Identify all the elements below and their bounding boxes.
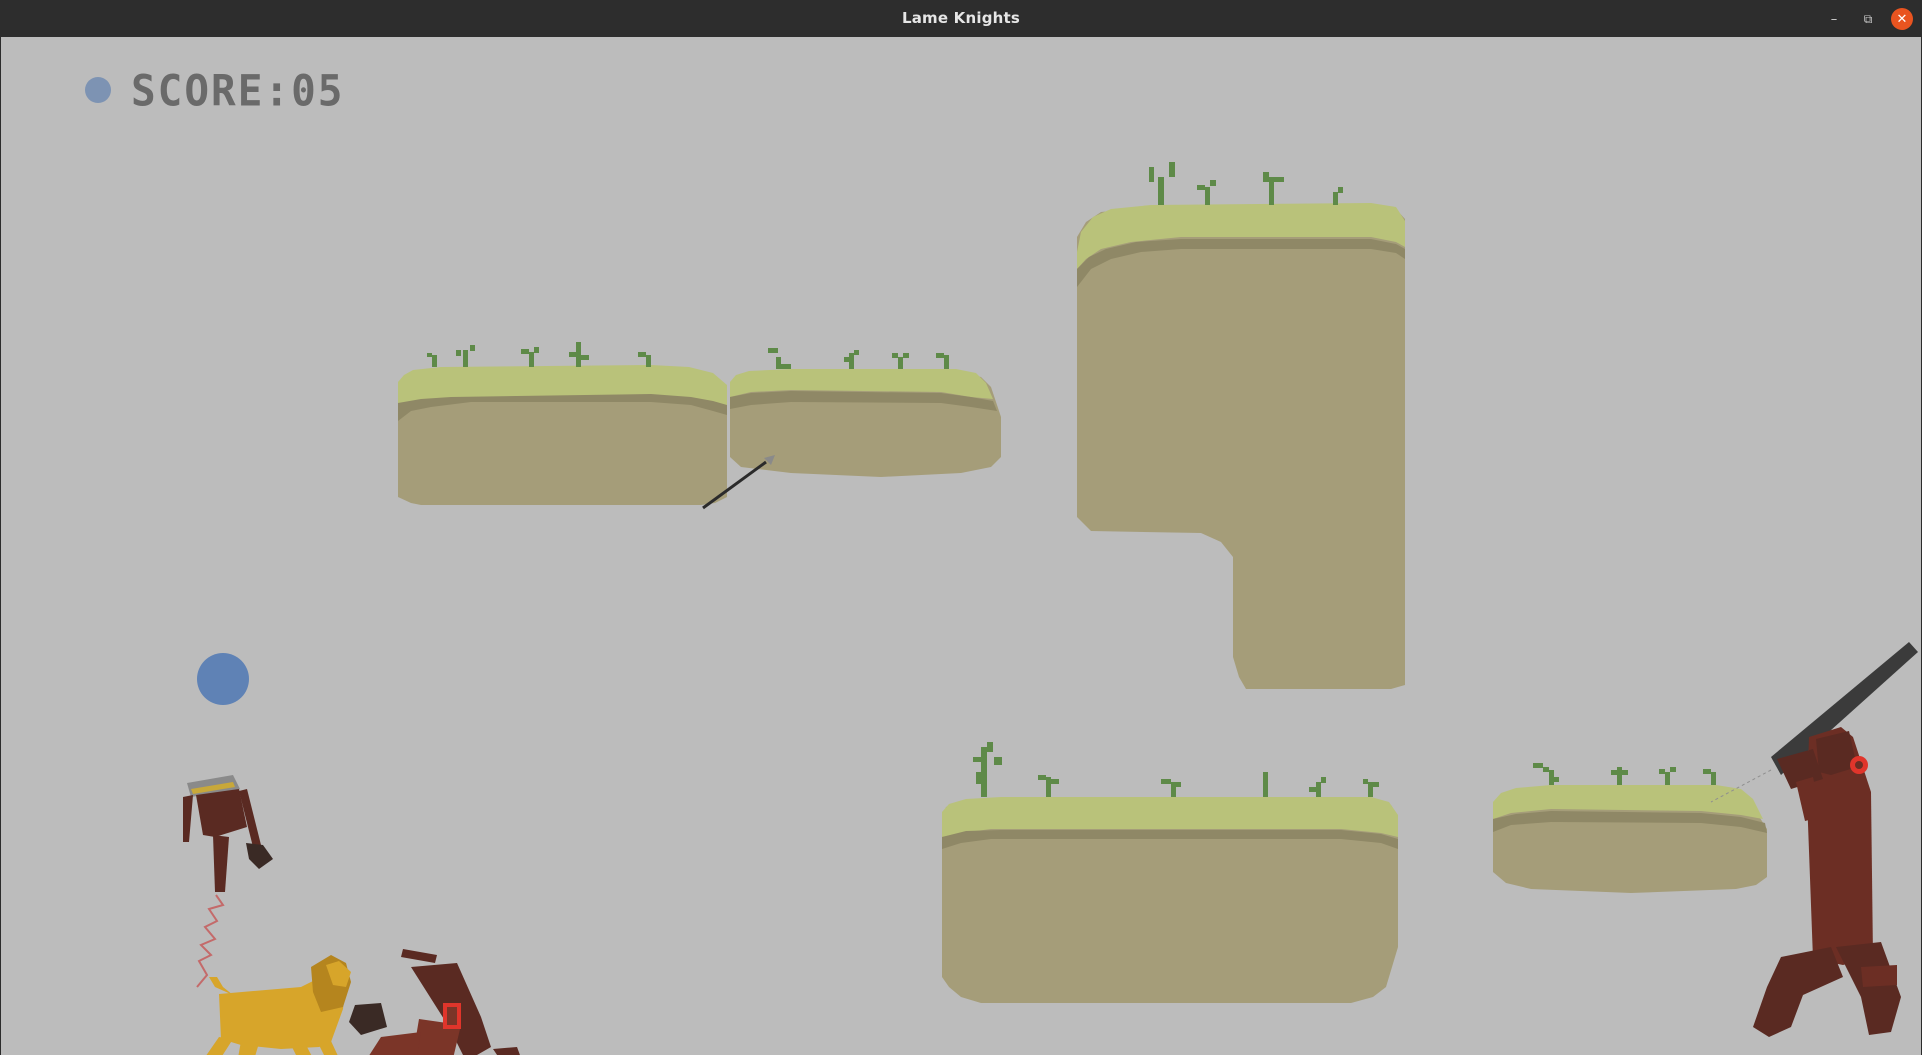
sprouts xyxy=(1533,763,1716,785)
blue-ball xyxy=(197,653,249,705)
sprouts xyxy=(427,342,651,367)
window-title: Lame Knights xyxy=(901,9,1021,27)
window-titlebar: Lame Knights – ⧉ ✕ xyxy=(0,0,1922,37)
blood-trail xyxy=(196,894,225,988)
minimize-icon[interactable]: – xyxy=(1823,8,1845,30)
fallen-knight xyxy=(349,949,520,1055)
game-viewport[interactable]: SCORE:05 xyxy=(1,37,1921,1055)
maximize-icon[interactable]: ⧉ xyxy=(1857,8,1879,30)
score-indicator-dot xyxy=(85,77,111,103)
game-scene xyxy=(183,162,1918,1055)
wide-platform xyxy=(942,742,1398,1003)
cliff-dirt xyxy=(1077,205,1405,689)
sprouts xyxy=(973,742,1379,797)
floating-platform xyxy=(398,342,727,505)
close-icon[interactable]: ✕ xyxy=(1891,8,1913,30)
tall-cliff-platform xyxy=(1077,162,1405,689)
platform-dirt xyxy=(942,799,1398,1003)
sprouts xyxy=(1149,162,1343,205)
lion xyxy=(206,955,351,1055)
headless-knight xyxy=(183,775,273,988)
small-platform xyxy=(1493,763,1767,893)
score-display: SCORE:05 xyxy=(131,65,345,117)
sprouts xyxy=(768,348,949,369)
